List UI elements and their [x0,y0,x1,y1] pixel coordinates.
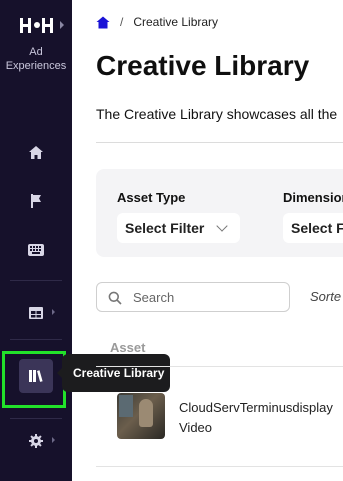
thumbnail-figure [139,399,153,427]
sidebar-divider [10,418,62,419]
brand-label: Ad Experiences [5,46,67,72]
asset-name[interactable]: CloudServTerminusdisplay [179,400,333,415]
focus-highlight [2,351,66,408]
sidebar-item-campaigns[interactable] [0,185,72,217]
filter-label-dimension: Dimension [283,190,343,205]
sidebar-divider [10,339,62,340]
breadcrumb-separator: / [120,15,124,29]
asset-thumbnail [117,393,165,439]
search-icon [108,291,122,305]
sidebar-item-settings[interactable] [0,425,72,457]
sidebar: Ad Experiences [0,0,72,481]
sidebar-item-layouts[interactable] [0,297,72,329]
chevron-down-icon [216,220,228,232]
table-icon [29,307,43,319]
filter-label-asset-type: Asset Type [117,190,186,205]
home-icon[interactable] [96,16,110,29]
asset-type-select-value: Select Filter [125,220,205,236]
filter-panel: Asset Type Select Filter Dimension Selec… [96,169,343,257]
page-description: The Creative Library showcases all the [96,106,338,122]
sidebar-item-home[interactable] [0,137,72,169]
expand-arrow-icon [52,437,55,443]
dimension-select-value: Select Fi [291,220,343,236]
expand-arrow-icon [52,309,55,315]
table-header-divider [96,366,343,367]
sidebar-divider [10,280,62,281]
table-row-divider [96,466,343,467]
breadcrumb: / Creative Library [96,15,218,29]
search-input[interactable]: Search [96,282,290,312]
main-content: / Creative Library Creative Library The … [72,0,343,481]
dimension-select[interactable]: Select Fi [283,213,343,243]
sidebar-item-keyboard[interactable] [0,234,72,266]
workspace-switch-chevron-icon[interactable] [60,21,64,29]
column-header-asset[interactable]: Asset [110,340,145,355]
gear-icon [29,434,43,448]
asset-type: Video [179,420,213,435]
thumbnail-window [119,395,133,417]
divider [96,142,343,143]
home-icon [29,146,43,159]
logo-icon[interactable] [20,17,56,35]
keyboard-icon [28,244,44,256]
breadcrumb-current: Creative Library [133,15,219,29]
asset-type-select[interactable]: Select Filter [117,213,240,243]
search-placeholder: Search [133,290,175,305]
sort-label[interactable]: Sorte [310,289,341,304]
page-title: Creative Library [96,50,310,81]
flag-icon [31,194,41,208]
